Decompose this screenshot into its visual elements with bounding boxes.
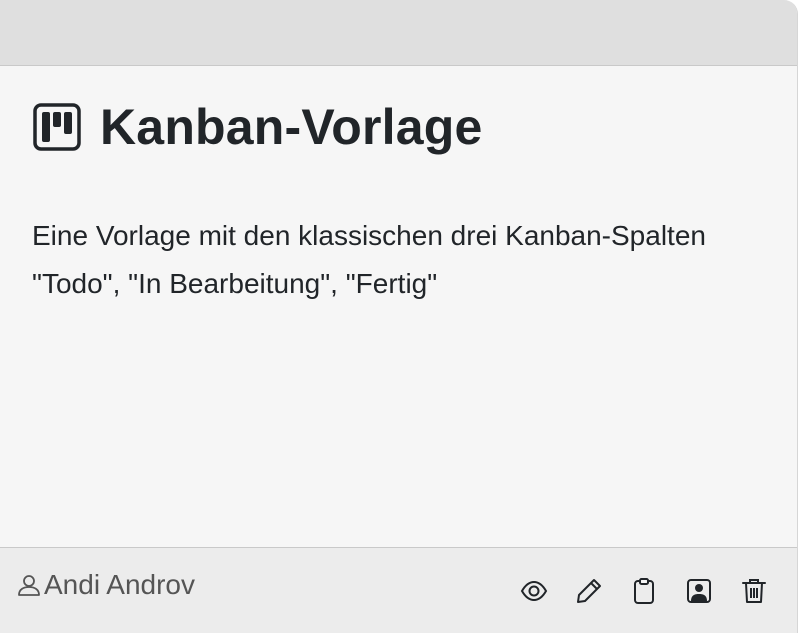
author: Andi Androv bbox=[16, 568, 195, 602]
edit-button[interactable] bbox=[574, 576, 604, 606]
author-name: Andi Androv bbox=[44, 569, 195, 600]
pencil-icon bbox=[575, 577, 603, 605]
template-card: Kanban-Vorlage Eine Vorlage mit den klas… bbox=[0, 0, 798, 633]
assign-user-button[interactable] bbox=[684, 576, 714, 606]
clipboard-icon bbox=[630, 577, 658, 605]
copy-button[interactable] bbox=[629, 576, 659, 606]
eye-icon bbox=[520, 577, 548, 605]
view-button[interactable] bbox=[519, 576, 549, 606]
delete-button[interactable] bbox=[739, 576, 769, 606]
card-actions bbox=[519, 576, 769, 606]
person-icon bbox=[16, 572, 42, 598]
card-body: Kanban-Vorlage Eine Vorlage mit den klas… bbox=[0, 66, 797, 547]
card-description: Eine Vorlage mit den klassischen drei Ka… bbox=[32, 220, 706, 299]
kanban-icon bbox=[32, 102, 82, 152]
trash-icon bbox=[740, 577, 768, 605]
card-header-strip bbox=[0, 0, 797, 66]
card-title-row: Kanban-Vorlage bbox=[32, 102, 483, 152]
card-title: Kanban-Vorlage bbox=[100, 99, 483, 155]
person-badge-icon bbox=[685, 577, 713, 605]
card-footer: Andi Androv bbox=[0, 547, 797, 633]
